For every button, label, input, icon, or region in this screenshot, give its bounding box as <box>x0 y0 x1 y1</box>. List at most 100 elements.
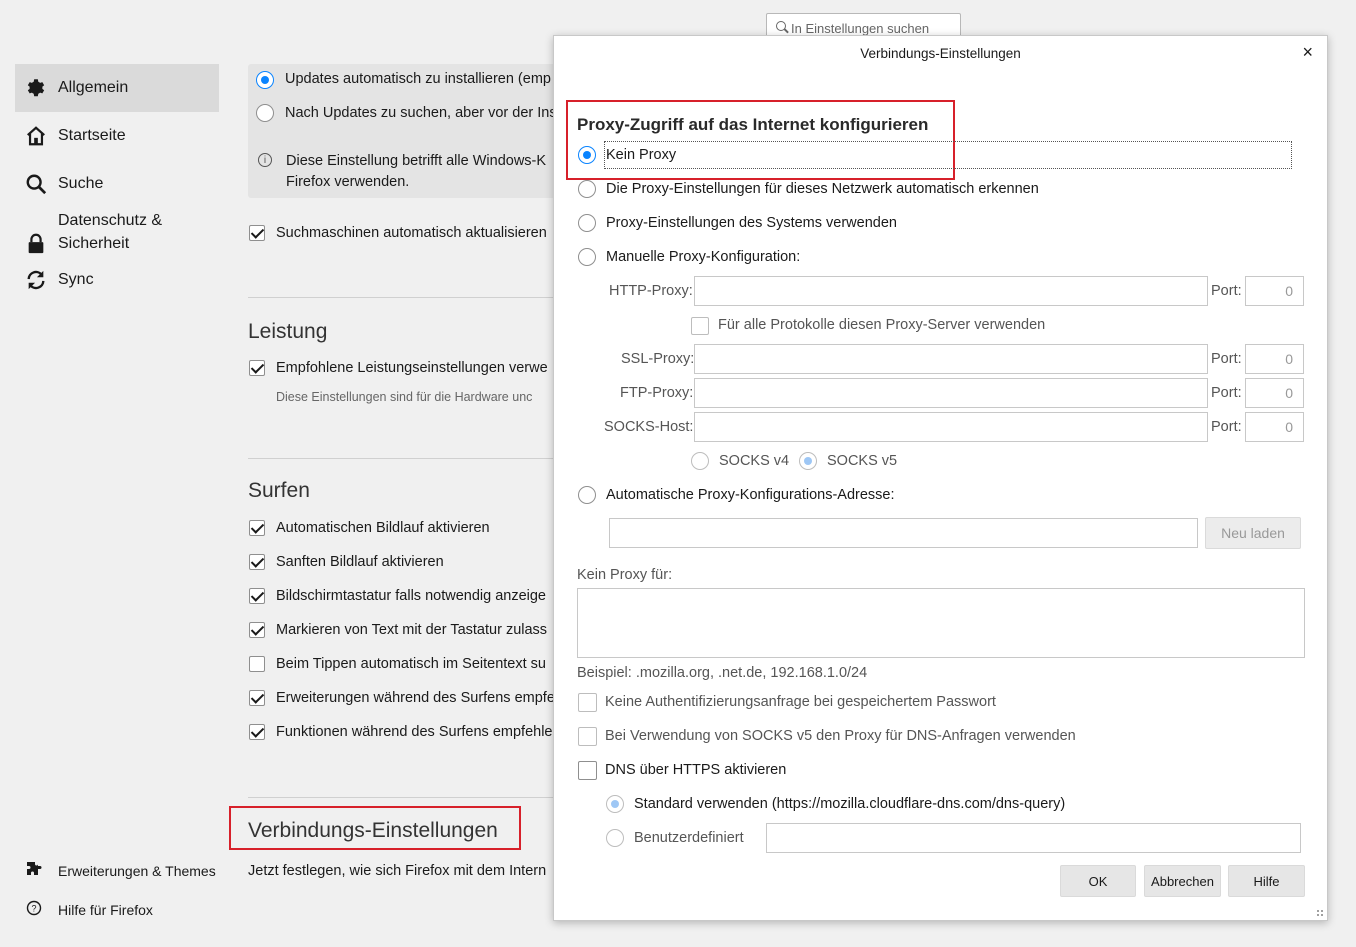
help-button[interactable]: Hilfe <box>1228 865 1305 897</box>
auth-prompt-checkbox[interactable] <box>578 693 597 712</box>
auto-url-label: Automatische Proxy-Konfigurations-Adress… <box>606 487 895 503</box>
sidebar-item-label: Suche <box>58 175 104 192</box>
share-proxy-label: Für alle Protokolle diesen Proxy-Server … <box>718 317 1046 333</box>
system-proxy-label: Proxy-Einstellungen des Systems verwende… <box>606 215 897 231</box>
connection-settings-dialog: Verbindungs-Einstellungen × Proxy-Zugrif… <box>553 35 1328 921</box>
search-placeholder: In Einstellungen suchen <box>791 21 930 36</box>
browsing-label: Beim Tippen automatisch im Seitentext su <box>276 656 546 672</box>
sidebar-item-search[interactable]: Suche <box>15 160 219 208</box>
lock-icon <box>25 232 47 254</box>
sidebar-item-general[interactable]: Allgemein <box>15 64 219 112</box>
socks-v5-radio[interactable] <box>799 452 817 470</box>
manual-proxy-radio[interactable] <box>578 248 596 266</box>
browsing-checkbox[interactable] <box>249 690 265 706</box>
port-label: Port: <box>1211 385 1242 401</box>
sidebar-item-label: Startseite <box>58 127 126 144</box>
auto-url-radio[interactable] <box>578 486 596 504</box>
divider <box>248 458 558 459</box>
doh-checkbox[interactable] <box>578 761 597 780</box>
socks-v5-label: SOCKS v5 <box>827 453 898 469</box>
info-text-line1: Diese Einstellung betrifft alle Windows-… <box>286 153 547 169</box>
socks-host-label: SOCKS-Host: <box>604 419 694 435</box>
ftp-proxy-input[interactable] <box>694 378 1208 408</box>
socks-dns-checkbox[interactable] <box>578 727 597 746</box>
browsing-label: Bildschirmtastatur falls notwendig anzei… <box>276 588 546 604</box>
port-label: Port: <box>1211 351 1242 367</box>
sidebar-footer-label: Hilfe für Firefox <box>58 901 153 918</box>
http-proxy-input[interactable] <box>694 276 1208 306</box>
network-description: Jetzt festlegen, wie sich Firefox mit de… <box>248 863 547 879</box>
no-proxy-radio[interactable] <box>578 146 596 164</box>
sidebar-item-label: Allgemein <box>58 79 129 96</box>
ssl-proxy-input[interactable] <box>694 344 1208 374</box>
manual-proxy-label: Manuelle Proxy-Konfiguration: <box>606 249 801 265</box>
sidebar-item-help[interactable]: ? Hilfe für Firefox <box>26 900 153 919</box>
system-proxy-radio[interactable] <box>578 214 596 232</box>
no-proxy-label: Kein Proxy <box>606 147 677 163</box>
doh-label: DNS über HTTPS aktivieren <box>605 762 787 778</box>
search-icon <box>25 173 47 195</box>
sidebar-item-extensions[interactable]: Erweiterungen & Themes <box>26 861 216 880</box>
focus-ring <box>604 141 1292 169</box>
browsing-label: Erweiterungen während des Surfens empfe <box>276 690 555 706</box>
proxy-section-heading: Proxy-Zugriff auf das Internet konfiguri… <box>577 115 929 134</box>
divider <box>248 797 558 798</box>
gear-icon <box>25 77 47 99</box>
updates-check-label: Nach Updates zu suchen, aber vor der Ins <box>285 105 557 121</box>
sidebar-footer-label: Erweiterungen & Themes <box>58 862 216 879</box>
auto-detect-radio[interactable] <box>578 180 596 198</box>
performance-label: Empfohlene Leistungseinstellungen verwe <box>276 360 548 376</box>
browsing-heading: Surfen <box>248 479 310 502</box>
doh-custom-radio[interactable] <box>606 829 624 847</box>
updates-auto-radio[interactable] <box>256 71 274 89</box>
share-proxy-checkbox[interactable] <box>691 317 709 335</box>
no-proxy-for-textarea[interactable] <box>577 588 1305 658</box>
browsing-checkbox[interactable] <box>249 656 265 672</box>
socks-v4-radio[interactable] <box>691 452 709 470</box>
http-port-input[interactable]: 0 <box>1245 276 1304 306</box>
resize-grip-icon[interactable] <box>1316 909 1324 917</box>
auth-prompt-label: Keine Authentifizierungsanfrage bei gesp… <box>605 694 996 710</box>
reload-button[interactable]: Neu laden <box>1205 517 1301 549</box>
browsing-checkbox[interactable] <box>249 554 265 570</box>
doh-custom-input[interactable] <box>766 823 1301 853</box>
browsing-checkbox[interactable] <box>249 520 265 536</box>
home-icon <box>25 125 47 147</box>
ssl-proxy-label: SSL-Proxy: <box>621 351 695 367</box>
ftp-proxy-label: FTP-Proxy: <box>620 385 694 401</box>
updates-check-radio[interactable] <box>256 104 274 122</box>
sidebar-item-privacy[interactable]: Datenschutz & Sicherheit <box>15 208 219 258</box>
sidebar-item-home[interactable]: Startseite <box>15 112 219 160</box>
search-engines-checkbox[interactable] <box>249 225 265 241</box>
socks-port-input[interactable]: 0 <box>1245 412 1304 442</box>
auto-detect-label: Die Proxy-Einstellungen für dieses Netzw… <box>606 181 1039 197</box>
ok-button[interactable]: OK <box>1060 865 1136 897</box>
doh-default-radio[interactable] <box>606 795 624 813</box>
sidebar-item-label-line1: Datenschutz & <box>58 212 163 229</box>
browsing-label: Automatischen Bildlauf aktivieren <box>276 520 490 536</box>
svg-text:?: ? <box>31 904 36 914</box>
auto-url-input[interactable] <box>609 518 1198 548</box>
browsing-checkbox[interactable] <box>249 724 265 740</box>
ssl-port-input[interactable]: 0 <box>1245 344 1304 374</box>
search-icon <box>776 21 786 31</box>
cancel-button[interactable]: Abbrechen <box>1144 865 1221 897</box>
no-proxy-example: Beispiel: .mozilla.org, .net.de, 192.168… <box>577 665 868 681</box>
puzzle-icon <box>26 861 42 880</box>
performance-note: Diese Einstellungen sind für die Hardwar… <box>276 390 533 404</box>
help-icon: ? <box>26 900 42 919</box>
sidebar-item-sync[interactable]: Sync <box>15 256 219 304</box>
browsing-label: Funktionen während des Surfens empfehle <box>276 724 553 740</box>
doh-default-label: Standard verwenden (https://mozilla.clou… <box>634 796 1066 812</box>
browsing-checkbox[interactable] <box>249 622 265 638</box>
port-label: Port: <box>1211 419 1242 435</box>
browsing-checkbox[interactable] <box>249 588 265 604</box>
socks-dns-label: Bei Verwendung von SOCKS v5 den Proxy fü… <box>605 728 1076 744</box>
close-icon[interactable]: × <box>1302 42 1313 63</box>
search-engines-label: Suchmaschinen automatisch aktualisieren <box>276 225 547 241</box>
socks-host-input[interactable] <box>694 412 1208 442</box>
ftp-port-input[interactable]: 0 <box>1245 378 1304 408</box>
performance-checkbox[interactable] <box>249 360 265 376</box>
highlight-box <box>229 806 521 850</box>
sidebar-item-label: Datenschutz & Sicherheit <box>58 209 162 255</box>
